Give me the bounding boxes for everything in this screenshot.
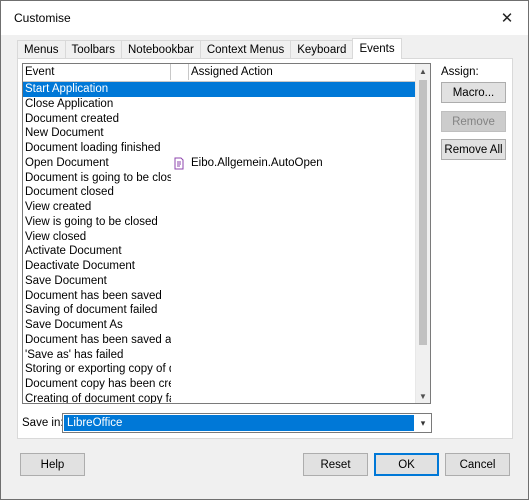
table-row[interactable]: Save Document As — [23, 318, 416, 333]
table-row[interactable]: View closed — [23, 230, 416, 245]
save-in-value: LibreOffice — [64, 415, 414, 431]
scroll-thumb[interactable] — [419, 80, 427, 345]
table-row[interactable]: Storing or exporting copy of document — [23, 362, 416, 377]
tab-label: Context Menus — [206, 44, 285, 56]
title-bar: Customise ✕ — [1, 1, 528, 35]
event-name: Document has been saved as — [25, 333, 171, 346]
vertical-scrollbar[interactable]: ▲ ▼ — [415, 64, 430, 403]
ok-button[interactable]: OK — [374, 453, 439, 476]
list-rows: Start Application Close Application Docume… — [23, 82, 416, 404]
table-row[interactable]: Document created — [23, 112, 416, 127]
tab-keyboard[interactable]: Keyboard — [290, 40, 354, 59]
tab-label: Events — [359, 43, 395, 55]
event-name: Close Application — [25, 97, 114, 110]
table-row[interactable]: Start Application — [23, 82, 416, 97]
event-name: Open Document — [25, 156, 109, 169]
event-name: Document closed — [25, 186, 114, 199]
tab-label: Menus — [24, 44, 59, 56]
event-name: Document copy has been created — [25, 378, 171, 390]
tab-notebookbar[interactable]: Notebookbar — [121, 40, 201, 59]
event-name: Document has been saved — [25, 289, 162, 302]
macro-icon — [173, 157, 185, 170]
table-row[interactable]: Close Application — [23, 97, 416, 112]
event-name: Saving of document failed — [25, 304, 158, 317]
event-name: 'Save as' has failed — [25, 348, 124, 361]
customise-dialog: Customise ✕ Menus Toolbars Notebookbar C… — [0, 0, 529, 500]
event-name: View closed — [25, 230, 87, 243]
event-name: Save Document — [25, 274, 107, 287]
help-button[interactable]: Help — [20, 453, 85, 476]
assigned-action: Eibo.Allgemein.AutoOpen — [173, 156, 323, 171]
event-name: Creating of document copy failed — [25, 392, 171, 404]
header-event[interactable]: Event — [23, 64, 171, 80]
table-row[interactable]: Document has been saved as — [23, 333, 416, 348]
tab-label: Notebookbar — [128, 44, 194, 56]
event-name: Document created — [25, 112, 119, 125]
table-row[interactable]: Deactivate Document — [23, 259, 416, 274]
assign-label: Assign: — [441, 66, 479, 78]
event-name: Document loading finished — [25, 142, 161, 154]
tab-label: Keyboard — [297, 44, 347, 56]
save-in-select[interactable]: LibreOffice ▾ — [62, 413, 432, 433]
event-name: View created — [25, 201, 92, 213]
scroll-up-icon[interactable]: ▲ — [416, 64, 430, 78]
tab-bar: Menus Toolbars Notebookbar Context Menus… — [17, 38, 402, 59]
event-name: Start Application — [25, 83, 109, 95]
tab-label: Toolbars — [71, 44, 115, 56]
table-row[interactable]: Saving of document failed — [23, 303, 416, 318]
event-name: Document is going to be closed — [25, 171, 171, 184]
tab-menus[interactable]: Menus — [17, 40, 66, 59]
table-row[interactable]: Document has been saved — [23, 289, 416, 304]
table-row[interactable]: View created — [23, 200, 416, 215]
save-in-label: Save in: — [22, 417, 64, 429]
cancel-button[interactable]: Cancel — [445, 453, 510, 476]
tab-events[interactable]: Events — [352, 38, 402, 59]
tab-toolbars[interactable]: Toolbars — [64, 40, 122, 59]
table-row[interactable]: Document is going to be closed — [23, 171, 416, 186]
remove-all-button[interactable]: Remove All — [441, 139, 506, 160]
chevron-down-icon[interactable]: ▾ — [415, 414, 431, 432]
table-row[interactable]: Document loading finished — [23, 141, 416, 156]
event-name: Activate Document — [25, 245, 122, 258]
table-row[interactable]: Document closed — [23, 185, 416, 200]
header-spacer — [171, 64, 189, 80]
macro-button[interactable]: Macro... — [441, 82, 506, 103]
event-name: Storing or exporting copy of document — [25, 363, 171, 376]
reset-button[interactable]: Reset — [303, 453, 368, 476]
table-row[interactable]: 'Save as' has failed — [23, 348, 416, 363]
table-row[interactable]: Open Document Eibo.Allgemein.AutoOpen — [23, 156, 416, 171]
event-name: New Document — [25, 127, 104, 140]
list-header: Event Assigned Action — [23, 64, 416, 82]
window-title: Customise — [14, 11, 71, 25]
close-icon[interactable]: ✕ — [486, 1, 528, 35]
table-row[interactable]: View is going to be closed — [23, 215, 416, 230]
table-row[interactable]: Document copy has been created — [23, 377, 416, 392]
assigned-action-label: Eibo.Allgemein.AutoOpen — [191, 156, 323, 169]
remove-button[interactable]: Remove — [441, 111, 506, 132]
tab-context-menus[interactable]: Context Menus — [199, 40, 292, 59]
event-name: Save Document As — [25, 319, 123, 331]
events-list[interactable]: Event Assigned Action Start Application C… — [22, 63, 431, 404]
scroll-down-icon[interactable]: ▼ — [416, 389, 430, 403]
event-name: Deactivate Document — [25, 260, 135, 272]
event-name: View is going to be closed — [25, 215, 158, 228]
table-row[interactable]: Save Document — [23, 274, 416, 289]
header-assigned-action[interactable]: Assigned Action — [189, 64, 416, 80]
table-row[interactable]: Creating of document copy failed — [23, 392, 416, 404]
table-row[interactable]: New Document — [23, 126, 416, 141]
table-row[interactable]: Activate Document — [23, 244, 416, 259]
